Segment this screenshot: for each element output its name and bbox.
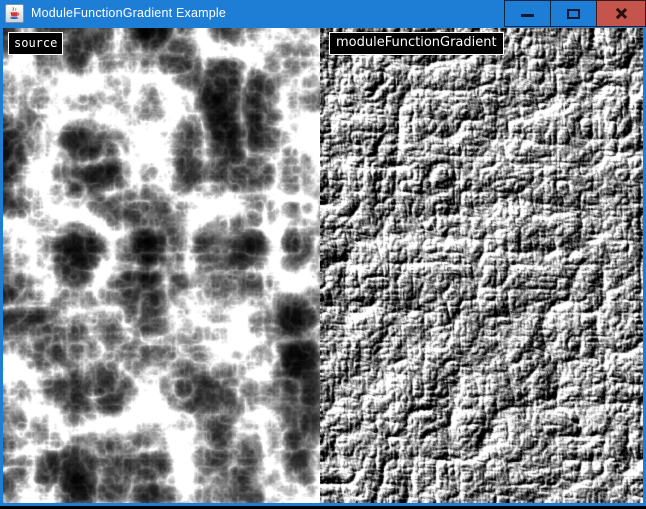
window-title: ModuleFunctionGradient Example: [31, 6, 226, 20]
window-controls: [505, 0, 646, 28]
app-window: ModuleFunctionGradient Example source mo…: [0, 0, 646, 509]
java-coffee-cup-icon: [5, 4, 24, 23]
source-image: [3, 28, 320, 503]
close-button[interactable]: [596, 0, 646, 27]
gradient-image: [320, 28, 643, 503]
maximize-icon: [567, 9, 580, 19]
gradient-image-label: moduleFunctionGradient: [329, 32, 504, 55]
maximize-button[interactable]: [550, 0, 597, 27]
minimize-button[interactable]: [504, 0, 551, 27]
close-icon: [615, 7, 628, 20]
window-border-bottom: [0, 503, 646, 506]
source-image-label: source: [8, 32, 63, 55]
window-border-left: [0, 28, 3, 506]
titlebar[interactable]: ModuleFunctionGradient Example: [0, 0, 646, 28]
minimize-icon: [521, 14, 534, 17]
